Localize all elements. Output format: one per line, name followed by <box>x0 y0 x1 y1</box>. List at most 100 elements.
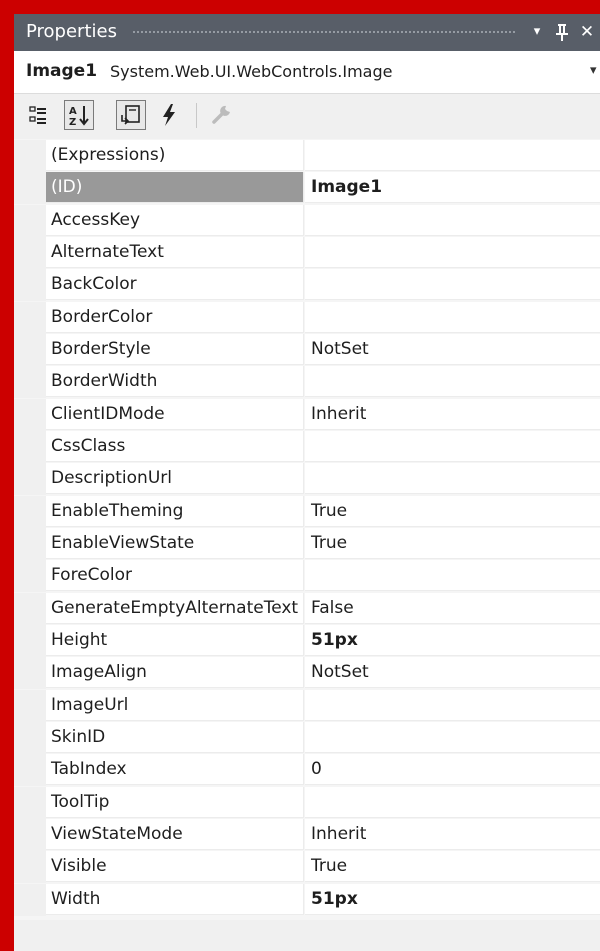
property-value[interactable] <box>305 430 600 462</box>
row-gutter <box>14 818 46 851</box>
property-name[interactable]: EnableTheming <box>46 495 304 527</box>
property-value[interactable]: 51px <box>305 883 600 915</box>
property-name[interactable]: DescriptionUrl <box>46 463 304 495</box>
property-value[interactable]: True <box>305 495 600 527</box>
property-name[interactable]: ImageUrl <box>46 689 304 721</box>
property-name[interactable]: AccessKey <box>46 204 304 236</box>
property-value[interactable]: NotSet <box>305 657 600 689</box>
row-gutter <box>14 786 46 819</box>
property-value[interactable] <box>305 721 600 753</box>
property-row[interactable]: BorderColor <box>14 301 600 334</box>
property-value[interactable]: Inherit <box>305 398 600 430</box>
property-pages-wrench-icon <box>206 100 236 130</box>
property-row[interactable]: ImageUrl <box>14 689 600 722</box>
property-name[interactable]: BorderStyle <box>46 333 304 365</box>
property-name[interactable]: TabIndex <box>46 754 304 786</box>
property-value[interactable] <box>305 366 600 398</box>
property-value[interactable]: True <box>305 527 600 559</box>
property-value[interactable] <box>305 204 600 236</box>
property-row[interactable]: SkinID <box>14 721 600 754</box>
property-name[interactable]: ForeColor <box>46 560 304 592</box>
property-row[interactable]: Visible True <box>14 851 600 884</box>
row-gutter <box>14 463 46 496</box>
property-row[interactable]: TabIndex 0 <box>14 754 600 787</box>
property-name[interactable]: BackColor <box>46 269 304 301</box>
property-name[interactable]: BorderColor <box>46 301 304 333</box>
property-value[interactable]: 0 <box>305 754 600 786</box>
property-row[interactable]: CssClass <box>14 430 600 463</box>
property-name[interactable]: Visible <box>46 851 304 883</box>
property-row[interactable]: ToolTip <box>14 786 600 819</box>
property-value[interactable]: NotSet <box>305 333 600 365</box>
property-name[interactable]: SkinID <box>46 721 304 753</box>
property-value[interactable]: 51px <box>305 624 600 656</box>
row-gutter <box>14 883 46 916</box>
object-name: Image1 <box>26 61 98 81</box>
chevron-down-icon[interactable]: ▾ <box>590 63 597 78</box>
object-selector[interactable]: Image1 System.Web.UI.WebControls.Image ▾ <box>14 51 600 94</box>
row-gutter <box>14 172 46 205</box>
property-row[interactable]: Height 51px <box>14 624 600 657</box>
property-row[interactable]: AlternateText <box>14 236 600 269</box>
property-row[interactable]: EnableViewState True <box>14 527 600 560</box>
property-name[interactable]: (ID) <box>46 172 304 204</box>
property-value[interactable] <box>305 236 600 268</box>
window-menu-dropdown-icon[interactable]: ▾ <box>526 20 548 44</box>
drag-grip[interactable] <box>132 30 516 35</box>
property-name[interactable]: EnableViewState <box>46 527 304 559</box>
svg-text:Z: Z <box>69 117 76 128</box>
property-value[interactable]: True <box>305 851 600 883</box>
events-lightning-icon[interactable] <box>154 100 184 130</box>
row-gutter <box>14 592 46 625</box>
property-row[interactable]: DescriptionUrl <box>14 463 600 496</box>
row-gutter <box>14 754 46 787</box>
property-value[interactable] <box>305 689 600 721</box>
property-row[interactable]: BorderWidth <box>14 366 600 399</box>
property-name[interactable]: ClientIDMode <box>46 398 304 430</box>
property-name[interactable]: BorderWidth <box>46 366 304 398</box>
property-row[interactable]: (Expressions) <box>14 140 600 172</box>
property-row[interactable]: ClientIDMode Inherit <box>14 398 600 431</box>
categorized-icon[interactable] <box>26 100 56 130</box>
property-name[interactable]: ViewStateMode <box>46 818 304 850</box>
property-row[interactable]: AccessKey <box>14 204 600 237</box>
property-name[interactable]: (Expressions) <box>46 140 304 171</box>
property-row[interactable]: EnableTheming True <box>14 495 600 528</box>
property-row[interactable]: BorderStyle NotSet <box>14 333 600 366</box>
property-row[interactable]: ForeColor <box>14 560 600 593</box>
property-row[interactable]: (ID) Image1 <box>14 172 600 205</box>
row-gutter <box>14 140 46 172</box>
property-name[interactable]: Height <box>46 624 304 656</box>
property-value[interactable] <box>305 140 600 171</box>
title-bar[interactable]: Properties ▾ ✕ <box>14 14 600 51</box>
property-value[interactable] <box>305 269 600 301</box>
pin-icon[interactable] <box>551 20 573 44</box>
property-value[interactable] <box>305 301 600 333</box>
object-type: System.Web.UI.WebControls.Image <box>110 62 393 81</box>
property-value[interactable]: Image1 <box>305 172 600 204</box>
properties-icon[interactable] <box>116 100 146 130</box>
row-gutter <box>14 333 46 366</box>
property-row[interactable]: ImageAlign NotSet <box>14 657 600 690</box>
property-name[interactable]: CssClass <box>46 430 304 462</box>
property-row[interactable]: ViewStateMode Inherit <box>14 818 600 851</box>
property-value[interactable] <box>305 560 600 592</box>
property-name[interactable]: ImageAlign <box>46 657 304 689</box>
alphabetical-sort-icon[interactable]: A Z <box>64 100 94 130</box>
property-name[interactable]: Width <box>46 883 304 915</box>
property-value[interactable] <box>305 463 600 495</box>
property-value[interactable]: False <box>305 592 600 624</box>
property-name[interactable]: GenerateEmptyAlternateText <box>46 592 304 624</box>
property-value[interactable] <box>305 786 600 818</box>
row-gutter <box>14 657 46 690</box>
property-row[interactable]: Width 51px <box>14 883 600 916</box>
property-name[interactable]: ToolTip <box>46 786 304 818</box>
property-name[interactable]: AlternateText <box>46 236 304 268</box>
row-gutter <box>14 269 46 302</box>
row-gutter <box>14 301 46 334</box>
property-row[interactable]: BackColor <box>14 269 600 302</box>
property-value[interactable]: Inherit <box>305 818 600 850</box>
property-row[interactable]: GenerateEmptyAlternateText False <box>14 592 600 625</box>
close-icon[interactable]: ✕ <box>576 20 598 44</box>
properties-toolbar: A Z <box>14 94 600 139</box>
